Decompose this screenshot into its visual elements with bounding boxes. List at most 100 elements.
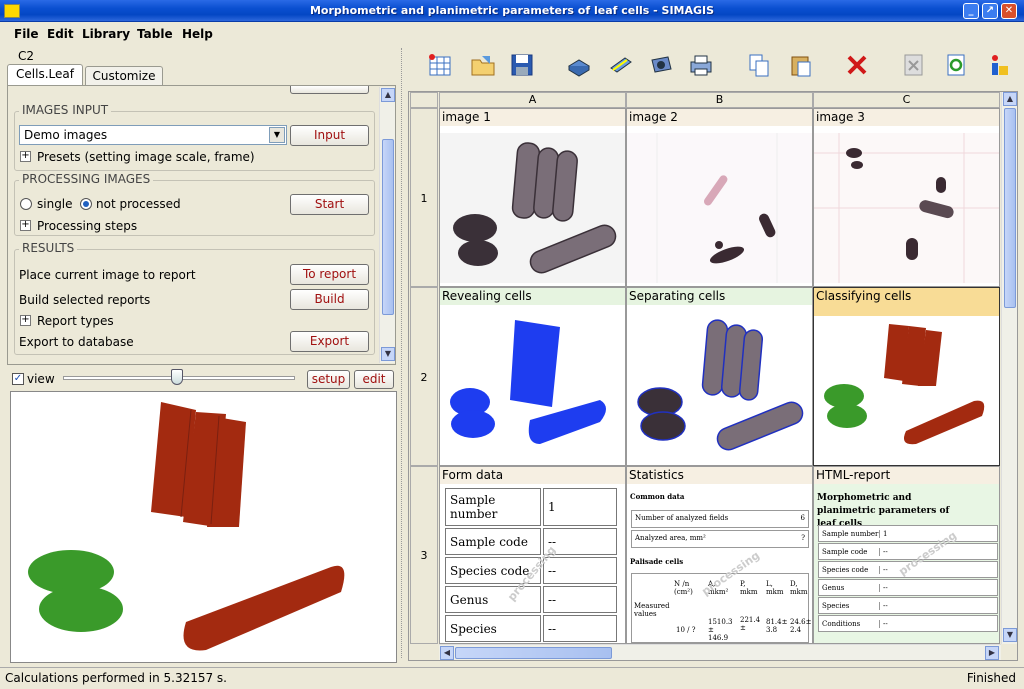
cell-c3[interactable]: HTML-report Morphometric and planimetric… [813,466,1000,644]
menu-help[interactable]: Help [182,27,213,41]
grid-hscroll-thumb[interactable] [455,647,612,659]
title-bar: Morphometric and planimetric parameters … [0,0,1024,22]
menu-file[interactable]: File [14,27,39,41]
stats-row-value: ? [801,534,805,542]
paste-icon[interactable] [788,52,814,78]
export-button[interactable]: Export [290,331,369,352]
leaf-image-2 [627,133,812,283]
menu-edit[interactable]: Edit [47,27,74,41]
cell-a1[interactable]: image 1 [439,108,626,287]
scroll-thumb[interactable] [382,139,394,315]
report-label: Genus [822,584,845,592]
cell-b2[interactable]: Separating cells [626,287,813,466]
cell-b1[interactable]: image 2 [626,108,813,287]
column-header-c[interactable]: C [813,92,1000,108]
cell-a3[interactable]: Form data Sample number 1 Sample code -- Spe… [439,466,626,644]
classified-cells-preview [28,402,345,651]
grid-vertical-scrollbar[interactable]: ▲ ▼ [1001,92,1017,644]
radio-single[interactable] [20,198,32,210]
maximize-button[interactable]: ↗ [982,3,998,19]
chevron-down-icon[interactable]: ▼ [269,127,285,143]
tab-customize[interactable]: Customize [85,66,163,86]
expand-steps-icon[interactable]: + [20,220,31,231]
cell-c2-selected[interactable]: Classifying cells [813,287,1000,466]
column-header-b[interactable]: B [626,92,813,108]
presets-label[interactable]: Presets (setting image scale, frame) [37,150,255,164]
images-input-label: IMAGES INPUT [19,103,112,117]
classifying-cells-image [824,324,985,445]
scroll-down-arrow[interactable]: ▼ [1003,628,1017,642]
row-header-2[interactable]: 2 [410,287,438,466]
separating-cells-image [637,319,804,451]
cell-title: image 3 [814,109,999,126]
open-folder-icon[interactable] [470,52,496,78]
panel-scrollbar[interactable]: ▲ ▼ [379,87,395,363]
view-checkbox[interactable]: ✓ [12,373,24,385]
printer-icon[interactable] [688,52,714,78]
cell-title: HTML-report [814,467,999,484]
delete-icon[interactable] [844,52,870,78]
menu-library[interactable]: Library [82,27,130,41]
scanner-icon[interactable] [566,52,592,78]
form-value: -- [543,615,617,642]
input-button[interactable]: Input [290,125,369,146]
stats-row-value: 6 [800,514,805,522]
leaf-image-1 [440,133,625,283]
build-button[interactable]: Build [290,289,369,310]
report-row: Species -- [818,597,998,614]
form-row: Sample code -- [445,528,617,555]
expand-report-types-icon[interactable]: + [20,315,31,326]
remove-disabled-icon[interactable] [901,52,927,78]
form-value: -- [543,586,617,613]
preview-image[interactable] [10,391,397,663]
tab-cells-leaf[interactable]: Cells.Leaf [7,64,83,86]
opacity-slider-handle[interactable] [171,369,183,385]
copy-icon[interactable] [746,52,772,78]
processing-steps-label[interactable]: Processing steps [37,219,137,233]
scroll-up-arrow[interactable]: ▲ [1003,92,1017,106]
report-value: -- [879,566,888,574]
val-l: 81.4± 3.8 [766,618,788,634]
splitter[interactable] [401,48,404,658]
grid-vscroll-thumb[interactable] [1004,108,1016,308]
info-icon[interactable] [985,52,1011,78]
form-label: Sample code [445,528,541,555]
report-types-label[interactable]: Report types [37,314,114,328]
menu-table[interactable]: Table [137,27,173,41]
start-button[interactable]: Start [290,194,369,215]
html-report-table: Sample number 1 Sample code -- Species code -… [818,525,998,633]
form-label: Genus [445,586,541,613]
minimize-button[interactable]: _ [963,3,979,19]
grid-horizontal-scrollbar[interactable]: ◀ ▶ [439,644,1001,660]
scan-icon[interactable] [608,52,634,78]
images-source-select[interactable]: Demo images ▼ [19,125,287,145]
row-header-3[interactable]: 3 [410,466,438,644]
hidden-button-top[interactable] [290,86,369,94]
to-report-button[interactable]: To report [290,264,369,285]
scroll-up-arrow[interactable]: ▲ [381,88,395,102]
scroll-down-arrow[interactable]: ▼ [381,347,395,361]
radio-not-processed[interactable] [80,198,92,210]
row-header-1[interactable]: 1 [410,108,438,287]
stats-palisade-label: Palisade cells [630,557,684,566]
column-header-a[interactable]: A [439,92,626,108]
new-table-icon[interactable] [427,52,453,78]
save-icon[interactable] [509,52,535,78]
cell-b3[interactable]: Statistics Common data Number of analyze… [626,466,813,644]
camera-icon[interactable] [648,52,674,78]
cell-c1[interactable]: image 3 [813,108,1000,287]
stats-row-area: Analyzed area, mm² ? [631,530,809,548]
close-button[interactable]: ✕ [1001,3,1017,19]
form-row: Sample number 1 [445,488,617,526]
results-label: RESULTS [19,241,78,255]
expand-presets-icon[interactable]: + [20,151,31,162]
edit-button[interactable]: edit [354,370,394,389]
setup-button[interactable]: setup [307,370,350,389]
scroll-left-arrow[interactable]: ◀ [440,646,454,660]
refresh-report-icon[interactable] [943,52,969,78]
scroll-right-arrow[interactable]: ▶ [985,646,999,660]
menu-bar: File Edit Library Table Help [0,23,1024,45]
cell-title: Revealing cells [440,288,625,305]
cell-a2[interactable]: Revealing cells [439,287,626,466]
status-right: Finished [966,671,1016,685]
